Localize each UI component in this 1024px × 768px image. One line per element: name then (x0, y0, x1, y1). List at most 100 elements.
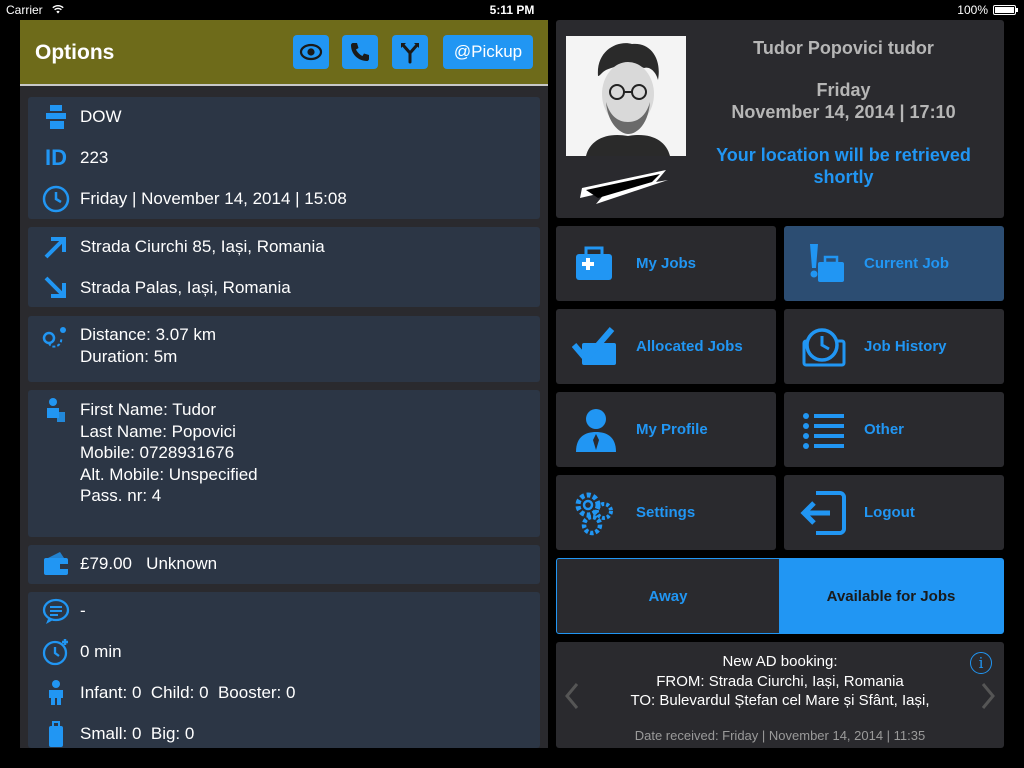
logout-label: Logout (864, 504, 915, 521)
allocated-jobs-tile[interactable]: Allocated Jobs (556, 309, 776, 384)
my-jobs-tile[interactable]: My Jobs (556, 226, 776, 301)
options-header: Options @Pickup (20, 20, 548, 86)
job-history-label: Job History (864, 338, 947, 355)
pickup-address: Strada Ciurchi 85, Iași, Romania (80, 237, 325, 256)
driver-name: Tudor Popovici tudor (753, 38, 934, 58)
logout-icon (800, 491, 846, 535)
pickup-button[interactable]: @Pickup (443, 35, 533, 69)
passenger-icon (41, 396, 71, 426)
notes-row: - (28, 595, 540, 625)
wait-time-icon (41, 638, 71, 666)
user-icon (576, 409, 616, 452)
current-day: Friday (816, 80, 871, 100)
account-row: DOW (28, 101, 540, 131)
chat-icon (41, 597, 71, 625)
datetime-row: Friday | November 14, 2014 | 15:08 (28, 183, 540, 213)
previous-arrow-icon[interactable] (564, 682, 580, 710)
availability-toggle: Away Available for Jobs (556, 558, 1004, 634)
notification-to: TO: Bulevardul Ștefan cel Mare și Sfânt,… (630, 692, 930, 709)
briefcase-plus-icon (576, 246, 612, 280)
view-button[interactable] (293, 35, 329, 69)
last-name: Last Name: Popovici (80, 421, 236, 441)
payment-method: Unknown (146, 554, 218, 573)
route-button[interactable] (392, 35, 428, 69)
notification-text[interactable]: New AD booking: FROM: Strada Ciurchi, Ia… (596, 652, 964, 711)
notification-date: Date received: Friday | November 14, 201… (634, 728, 926, 743)
away-button[interactable]: Away (557, 559, 779, 633)
notification-from: FROM: Strada Ciurchi, Iași, Romania (656, 672, 904, 690)
dropoff-address: Strada Palas, Iași, Romania (80, 278, 291, 297)
extras-card: - 0 min Infant: 0 Child: 0 Booster: 0 Sm… (28, 592, 540, 748)
id-row: ID 223 (28, 142, 540, 172)
first-name: First Name: Tudor (80, 400, 217, 419)
driver-profile-card: Tudor Popovici tudor Friday November 14,… (556, 20, 1004, 218)
my-profile-tile[interactable]: My Profile (556, 392, 776, 467)
route-distance-icon (41, 324, 71, 352)
info-icon[interactable]: i (970, 652, 992, 674)
eye-icon (299, 43, 323, 61)
booking-datetime: Friday | November 14, 2014 | 15:08 (80, 189, 347, 208)
price-amount: £79.00 (80, 554, 132, 573)
my-profile-label: My Profile (636, 421, 708, 438)
settings-tile[interactable]: Settings (556, 475, 776, 550)
wait-row: 0 min (28, 636, 540, 666)
call-button[interactable] (342, 35, 378, 69)
luggage-icon (41, 720, 71, 748)
current-job-label: Current Job (864, 255, 950, 272)
children-value: Infant: 0 Child: 0 Booster: 0 (80, 683, 296, 702)
phone-icon (351, 43, 369, 61)
luggage-value: Small: 0 Big: 0 (80, 724, 195, 743)
next-arrow-icon[interactable] (980, 682, 996, 710)
clock: 5:11 PM (489, 3, 535, 17)
job-history-tile[interactable]: Job History (784, 309, 1004, 384)
history-clock-icon (802, 328, 846, 367)
options-title: Options (35, 41, 115, 64)
allocated-jobs-label: Allocated Jobs (636, 338, 743, 355)
booking-info-card: DOW ID 223 Friday | November 14, 2014 | … (28, 97, 540, 219)
pickup-arrow-icon (41, 233, 71, 261)
booking-notification: New AD booking: FROM: Strada Ciurchi, Ia… (556, 642, 1004, 748)
driver-photo (566, 36, 686, 156)
clock-icon (41, 185, 71, 213)
wait-value: 0 min (80, 642, 122, 661)
notes-value: - (80, 601, 86, 620)
settings-label: Settings (636, 504, 696, 521)
battery-percent: 100% (957, 3, 988, 17)
logout-tile[interactable]: Logout (784, 475, 1004, 550)
id-icon: ID (45, 145, 67, 170)
syntee-logo (580, 170, 668, 204)
wallet-icon (41, 550, 71, 578)
luggage-row: Small: 0 Big: 0 (28, 718, 540, 748)
account-icon (41, 103, 71, 131)
children-row: Infant: 0 Child: 0 Booster: 0 (28, 677, 540, 707)
other-label: Other (864, 421, 905, 438)
battery-icon (993, 5, 1018, 15)
list-icon (803, 413, 844, 449)
duration-value: Duration: 5m (80, 346, 178, 366)
distance-lines: Distance: 3.07 km Duration: 5m (80, 324, 216, 367)
briefcase-check-icon (572, 327, 616, 365)
available-button[interactable]: Available for Jobs (779, 559, 1003, 633)
job-details-panel: Options @Pickup DOW ID 223 Friday | Nove… (20, 20, 548, 748)
pickup-row: Strada Ciurchi 85, Iași, Romania (28, 231, 540, 261)
other-tile[interactable]: Other (784, 392, 1004, 467)
route-card: Strada Ciurchi 85, Iași, Romania Strada … (28, 227, 540, 307)
price-row: £79.00 Unknown (28, 548, 540, 578)
price-value: £79.00 Unknown (80, 554, 217, 574)
passenger-lines: First Name: Tudor Last Name: Popovici Mo… (80, 399, 258, 507)
passenger-count: Pass. nr: 4 (80, 486, 162, 505)
current-date: November 14, 2014 | 17:10 (731, 102, 956, 122)
current-job-tile[interactable]: Current Job (784, 226, 1004, 301)
mobile[interactable]: Mobile: 0728931676 (80, 442, 258, 464)
battery-fill (995, 7, 1014, 13)
briefcase-alert-icon (810, 244, 844, 282)
alt-mobile: Alt. Mobile: Unspecified (80, 464, 258, 484)
price-card: £79.00 Unknown (28, 545, 540, 584)
status-bar: Carrier 5:11 PM 100% (0, 0, 1024, 20)
account-value: DOW (80, 107, 122, 126)
my-jobs-label: My Jobs (636, 255, 697, 272)
passenger-card: First Name: Tudor Last Name: Popovici Mo… (28, 390, 540, 537)
location-message: Your location will be retrieved shortly (716, 145, 971, 187)
gears-icon (575, 492, 613, 536)
dropoff-row: Strada Palas, Iași, Romania (28, 272, 540, 302)
